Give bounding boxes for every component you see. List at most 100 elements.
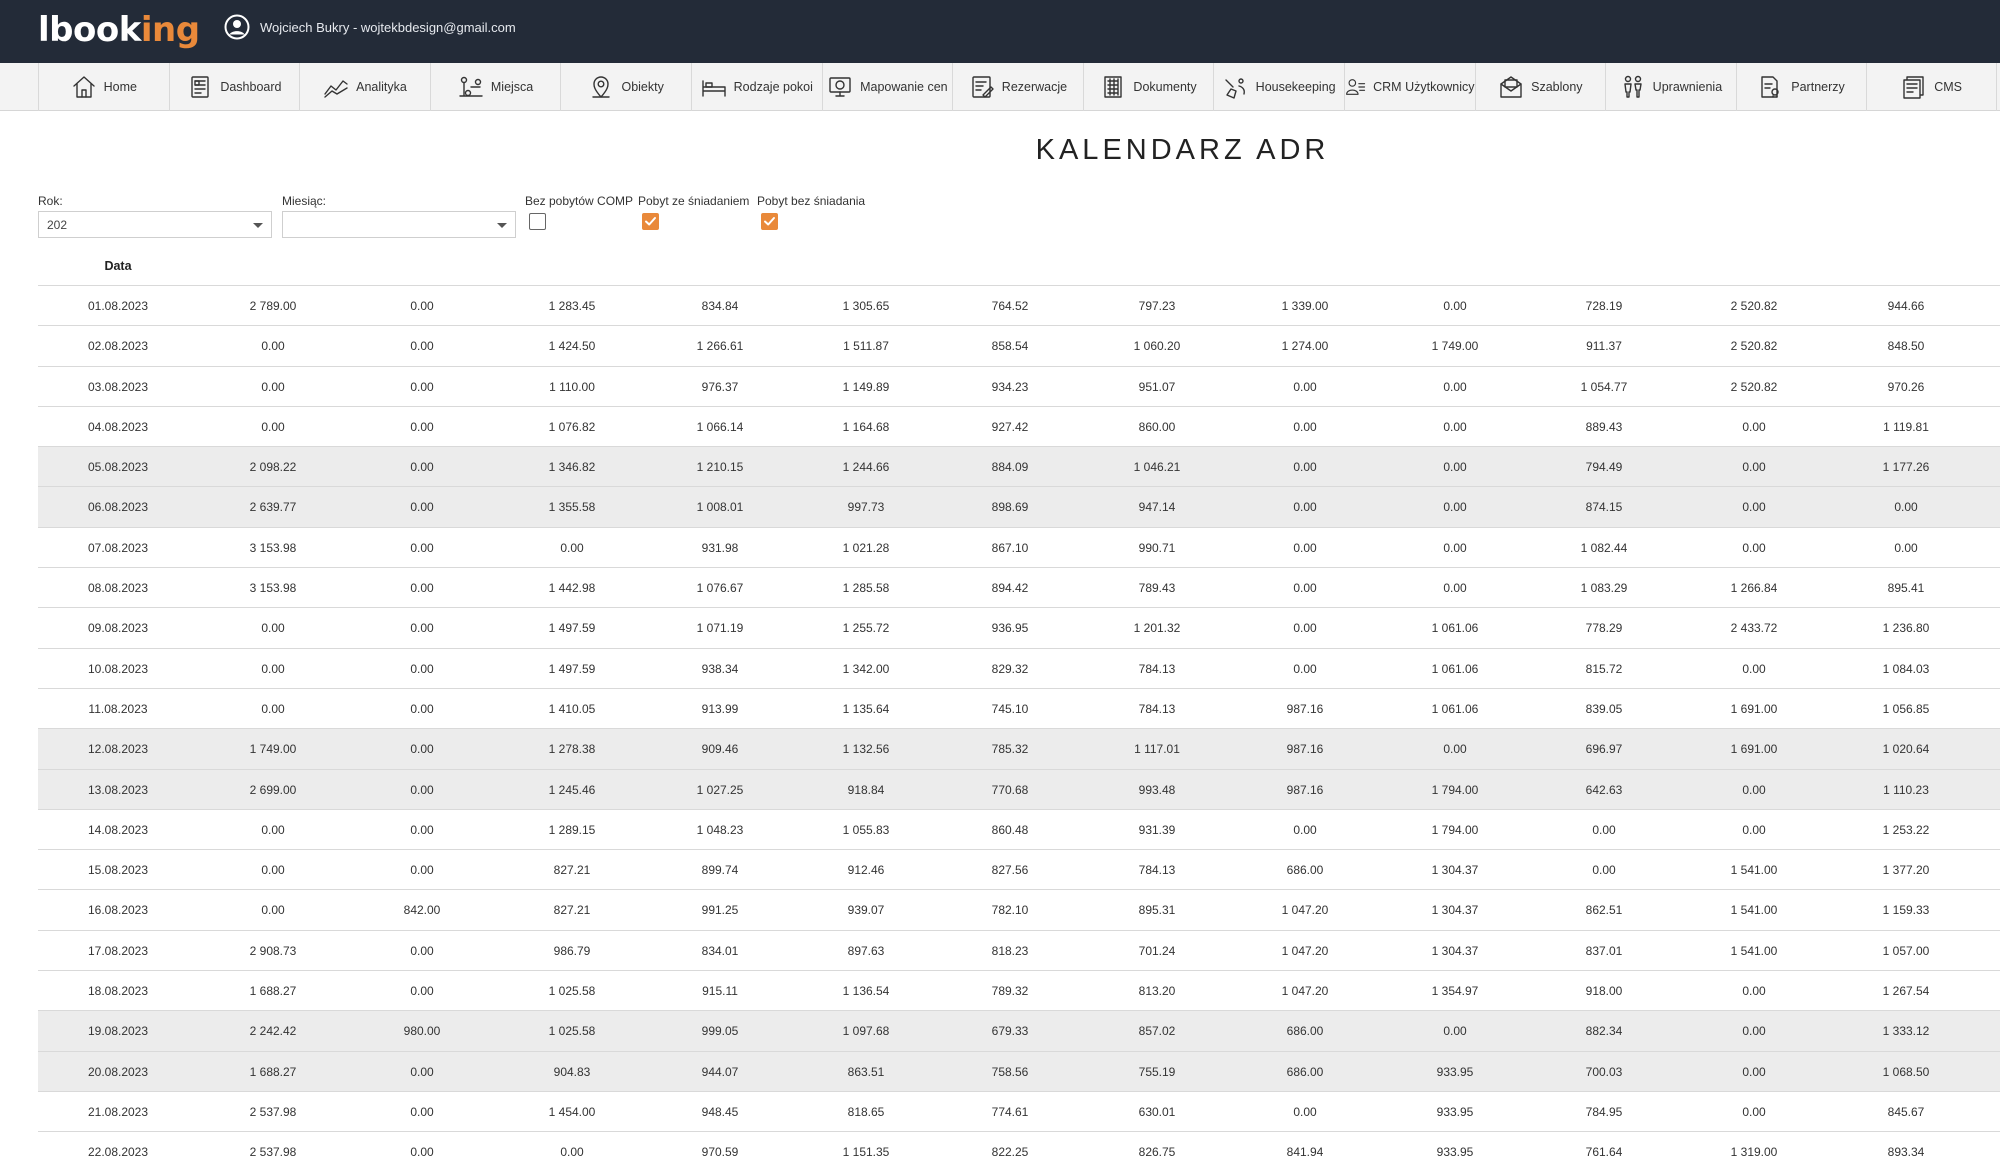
nav-item-rodzaje-pokoi[interactable]: Rodzaje pokoi [690, 63, 822, 111]
nav-item-miejsca[interactable]: Miejsca [429, 63, 561, 111]
nav-item-mapowanie-cen[interactable]: Mapowanie cen [821, 63, 953, 111]
table-row: 04.08.2023 0.00 0.00 1 076.82 1 066.14 1 164.… [38, 407, 2000, 448]
value-cell: 0.00 [1894, 500, 1918, 515]
date-cell: 05.08.2023 [87, 460, 149, 475]
user-name-email: Wojciech Bukry - wojtekbdesign@gmail.com [260, 19, 516, 35]
date-cell: 07.08.2023 [87, 540, 149, 555]
value-cell: 837.01 [1585, 943, 1623, 958]
value-cell: 915.11 [702, 984, 738, 999]
value-cell: 895.41 [1887, 581, 1925, 596]
value-cell: 1 354.97 [1431, 984, 1479, 999]
year-select-value: 202 [47, 218, 68, 232]
date-cell: 12.08.2023 [87, 742, 149, 757]
value-cell: 0.00 [261, 419, 285, 434]
value-cell: 0.00 [1443, 540, 1467, 555]
value-cell: 947.14 [1138, 500, 1176, 515]
nav-item-dashboard[interactable]: Dashboard [168, 63, 300, 111]
nav-item-label: Analityka [356, 80, 407, 94]
value-cell: 642.63 [1585, 782, 1623, 797]
table-row: 14.08.2023 0.00 0.00 1 289.15 1 048.23 1 055.… [38, 810, 2000, 851]
value-cell: 630.01 [1138, 1104, 1176, 1119]
chevron-down-icon [253, 223, 263, 228]
value-cell: 686.00 [1286, 1024, 1324, 1039]
value-cell: 1 135.64 [842, 701, 890, 716]
main-navigation: Home Dashboard Analityka Miejsca Obiekty Rodz… [0, 63, 2000, 111]
cms-icon [1903, 76, 1924, 99]
value-cell: 0.00 [261, 661, 285, 676]
value-cell: 863.51 [847, 1064, 885, 1079]
value-cell: 0.00 [560, 540, 584, 555]
no-comp-checkbox[interactable] [529, 213, 546, 230]
nav-item-dokumenty[interactable]: Dokumenty [1082, 63, 1214, 111]
nav-item-partnerzy[interactable]: Partnerzy [1735, 63, 1867, 111]
value-cell: 0.00 [261, 621, 285, 636]
value-cell: 1 749.00 [1431, 339, 1479, 354]
value-cell: 0.00 [261, 903, 285, 918]
value-cell: 0.00 [1742, 500, 1766, 515]
logo-main: book [49, 10, 141, 50]
nav-item-label: Dokumenty [1133, 80, 1197, 94]
value-cell: 894.42 [991, 581, 1029, 596]
value-cell: 0.00 [410, 701, 434, 716]
value-cell: 778.29 [1585, 621, 1623, 636]
value-cell: 913.99 [701, 701, 739, 716]
month-select[interactable] [282, 211, 516, 238]
value-cell: 0.00 [410, 943, 434, 958]
value-cell: 834.01 [701, 943, 739, 958]
value-cell: 789.43 [1138, 581, 1176, 596]
value-cell: 1 691.00 [1730, 701, 1778, 716]
nav-item-cms[interactable]: CMS [1866, 63, 1997, 111]
nav-item-label: Dashboard [220, 80, 282, 94]
value-cell: 0.00 [1293, 379, 1317, 394]
value-cell: 1 244.66 [842, 460, 890, 475]
value-cell: 0.00 [261, 863, 285, 878]
value-cell: 1 132.56 [842, 742, 890, 757]
table-row: 19.08.2023 2 242.42 980.00 1 025.58 999.05 1 … [38, 1011, 2000, 1052]
year-select[interactable]: 202 [38, 211, 272, 238]
value-cell: 700.03 [1585, 1064, 1623, 1079]
nav-item-szablony[interactable]: Szablony [1474, 63, 1606, 111]
value-cell: 813.20 [1138, 984, 1176, 999]
places-icon [459, 76, 483, 97]
nav-item-label: Partnerzy [1791, 80, 1845, 94]
value-cell: 2 908.73 [249, 943, 297, 958]
value-cell: 912.46 [847, 863, 885, 878]
table-row: 15.08.2023 0.00 0.00 827.21 899.74 912.46 827.… [38, 850, 2000, 891]
value-cell: 1 061.06 [1431, 621, 1479, 636]
without-breakfast-checkbox[interactable] [761, 213, 778, 230]
nav-item-crm-użytkownicy[interactable]: CRM Użytkownicy [1343, 63, 1475, 111]
value-cell: 784.13 [1138, 661, 1176, 676]
with-breakfast-checkbox[interactable] [642, 213, 659, 230]
value-cell: 882.34 [1585, 1024, 1623, 1039]
reservations-icon [972, 76, 994, 98]
date-column-header: Data [104, 259, 132, 273]
housekeeping-icon [1224, 78, 1245, 99]
adr-calendar-table: Data 01.08.2023 2 789.00 0.00 1 283.45 834.8… [38, 247, 2000, 1162]
value-cell: 1 342.00 [842, 661, 890, 676]
value-cell: 1 266.84 [1730, 581, 1778, 596]
nav-item-housekeeping[interactable]: Housekeeping [1213, 63, 1344, 111]
nav-item-uprawnienia[interactable]: Uprawnienia [1605, 63, 1736, 111]
table-row: 05.08.2023 2 098.22 0.00 1 346.82 1 210.15 1 … [38, 447, 2000, 488]
value-cell: 0.00 [1443, 742, 1467, 757]
value-cell: 987.16 [1286, 782, 1324, 797]
value-cell: 774.61 [991, 1104, 1029, 1119]
value-cell: 2 537.98 [249, 1145, 297, 1160]
value-cell: 686.00 [1286, 1064, 1324, 1079]
value-cell: 1 305.65 [842, 299, 890, 313]
user-menu[interactable]: Wojciech Bukry - wojtekbdesign@gmail.com [224, 14, 516, 40]
nav-item-rezerwacje[interactable]: Rezerwacje [952, 63, 1083, 111]
value-cell: 1 177.26 [1882, 460, 1930, 475]
value-cell: 970.59 [701, 1145, 739, 1160]
booking-logo[interactable]: lbooking [38, 10, 200, 50]
nav-item-analityka[interactable]: Analityka [299, 63, 430, 111]
value-cell: 1 159.33 [1882, 903, 1930, 918]
top-header: lbooking Wojciech Bukry - wojtekbdesign@… [0, 0, 2000, 63]
value-cell: 745.10 [991, 701, 1029, 716]
value-cell: 893.34 [1887, 1145, 1925, 1160]
nav-item-obiekty[interactable]: Obiekty [560, 63, 691, 111]
nav-item-home[interactable]: Home [38, 63, 169, 111]
templates-icon [1500, 76, 1522, 98]
value-cell: 839.05 [1585, 701, 1623, 716]
date-cell: 17.08.2023 [87, 943, 149, 958]
